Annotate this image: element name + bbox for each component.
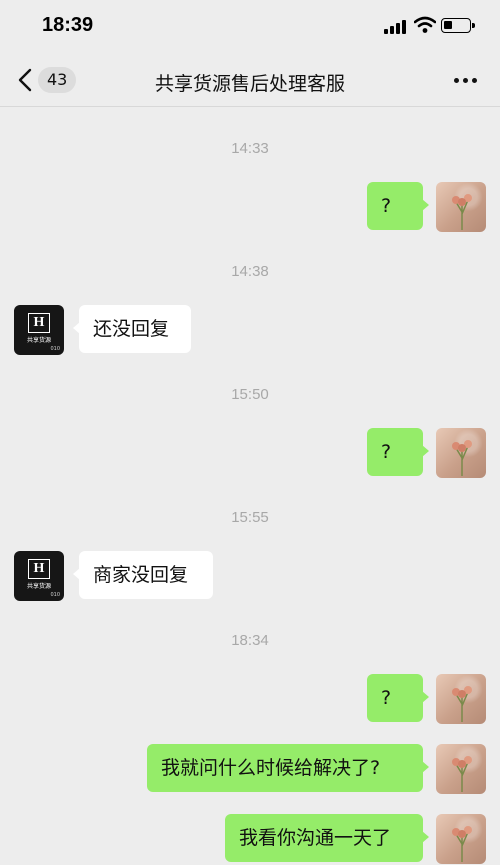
chat-header: 43 共享货源售后处理客服 xyxy=(0,56,500,107)
user-avatar[interactable] xyxy=(436,744,486,794)
brand-name: 共享货源 xyxy=(26,337,51,344)
flower-icon xyxy=(452,826,472,862)
user-avatar[interactable] xyxy=(436,428,486,478)
message-timestamp: 15:50 xyxy=(231,386,269,403)
flower-icon xyxy=(452,194,472,230)
brand-name: 共享货源 xyxy=(26,583,51,590)
chat-title: 共享货源售后处理客服 xyxy=(154,73,345,95)
received-message-bubble[interactable]: 商家没回复 xyxy=(73,551,213,599)
merchant-avatar[interactable]: H 共享货源 010 xyxy=(14,551,64,601)
brand-code: 010 xyxy=(50,346,60,352)
sent-message-bubble[interactable]: 我就问什么时候给解决了? xyxy=(147,744,429,792)
sent-message-bubble[interactable]: ? xyxy=(367,428,429,476)
flower-icon xyxy=(452,686,472,722)
sent-message-bubble[interactable]: 我看你沟通一天了 xyxy=(225,814,429,862)
brand-logo-icon: H xyxy=(28,559,50,579)
brand-code: 010 xyxy=(50,592,60,598)
message-timestamp: 14:38 xyxy=(231,263,269,280)
status-time: 18:39 xyxy=(42,14,94,36)
cellular-signal-icon xyxy=(384,20,408,34)
message-timestamp: 14:33 xyxy=(231,140,269,157)
user-avatar[interactable] xyxy=(436,814,486,864)
message-timestamp: 18:34 xyxy=(231,632,269,649)
received-message-bubble[interactable]: 还没回复 xyxy=(73,305,191,353)
wifi-icon xyxy=(414,16,436,33)
message-timestamp: 15:55 xyxy=(231,509,269,526)
brand-logo-icon: H xyxy=(28,313,50,333)
flower-icon xyxy=(452,440,472,476)
flower-icon xyxy=(452,756,472,792)
status-bar: 18:39 xyxy=(0,0,500,56)
merchant-avatar[interactable]: H 共享货源 010 xyxy=(14,305,64,355)
more-options-icon[interactable] xyxy=(452,72,480,88)
sent-message-bubble[interactable]: ? xyxy=(367,674,429,722)
user-avatar[interactable] xyxy=(436,674,486,724)
user-avatar[interactable] xyxy=(436,182,486,232)
sent-message-bubble[interactable]: ? xyxy=(367,182,429,230)
message-list[interactable]: 14:33 ? 14:38 H 共享货源 010 还没回复 15:50 ? 15… xyxy=(0,107,500,865)
battery-icon xyxy=(441,18,475,33)
